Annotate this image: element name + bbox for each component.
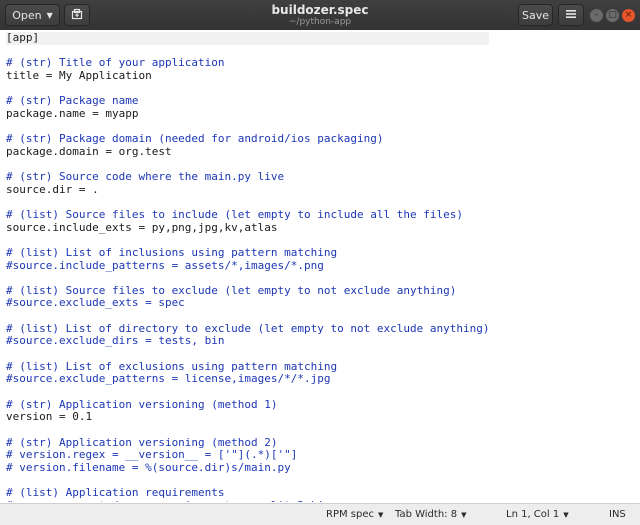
code-comment-line: #source.exclude_patterns = license,image… (6, 372, 331, 386)
code-comment-line: #source.exclude_dirs = tests, bin (6, 334, 225, 348)
code-comment-line: # (list) Source files to include (let em… (6, 207, 463, 221)
gedit-window: Open ▼ buildozer.spec ~/python-app Save (0, 0, 640, 525)
code-view[interactable]: [app]​# (str) Title of your applicationt… (6, 31, 490, 502)
status-bar: RPM spec ▼ Tab Width: 8 ▼ Ln 1, Col 1 ▼ INS (0, 503, 640, 525)
code-comment-line: # version.regex = __version__ = ['"](.*)… (6, 448, 298, 462)
code-comment-line: # (str) Package domain (needed for andro… (6, 132, 384, 146)
code-line: package.domain = org.test (6, 144, 172, 158)
code-line: ​ (6, 310, 489, 323)
open-button-label: Open (12, 8, 42, 22)
save-button-label: Save (521, 8, 549, 22)
window-title: buildozer.spec (271, 3, 369, 17)
minimize-button[interactable]: – (590, 9, 603, 22)
code-line: source.dir = . (6, 182, 99, 196)
code-line: ​ (6, 386, 489, 399)
code-line: package.name = myapp (6, 106, 139, 120)
language-label: RPM spec (326, 509, 374, 520)
code-comment-line: # version.filename = %(source.dir)s/main… (6, 460, 291, 474)
code-line: source.include_exts = py,png,jpg,kv,atla… (6, 220, 278, 234)
title-area: buildozer.spec ~/python-app (200, 3, 440, 28)
code-line: ​ (6, 234, 489, 247)
code-comment-line: # comma separated e.g. requirements = sq… (6, 499, 489, 502)
code-line: version = 0.1 (6, 410, 93, 424)
tab-width-selector[interactable]: Tab Width: 8 ▼ (395, 509, 466, 520)
tab-width-label: Tab Width: 8 (395, 509, 458, 520)
code-line: ​ (6, 348, 489, 361)
chevron-down-icon: ▼ (563, 511, 569, 519)
insert-mode-indicator[interactable]: INS (609, 509, 626, 520)
new-document-button[interactable] (64, 4, 90, 26)
save-button[interactable]: Save (518, 4, 553, 26)
code-line: [app] (6, 31, 490, 45)
code-line: ​ (6, 424, 489, 437)
main-menu-button[interactable] (558, 4, 584, 26)
code-comment-line: # (str) Package name (6, 94, 139, 108)
maximize-button[interactable]: □ (606, 9, 619, 22)
cursor-position-selector[interactable]: Ln 1, Col 1 ▼ (506, 509, 569, 520)
minimize-icon: – (594, 10, 599, 20)
hamburger-menu-icon (565, 9, 577, 22)
close-button[interactable]: × (622, 9, 635, 22)
chevron-down-icon: ▼ (378, 511, 384, 519)
language-selector[interactable]: RPM spec ▼ (326, 509, 383, 520)
insert-mode-label: INS (609, 509, 626, 520)
window-subtitle: ~/python-app (288, 17, 352, 27)
chevron-down-icon: ▼ (461, 511, 467, 519)
new-document-icon (71, 8, 83, 23)
code-comment-line: #source.include_patterns = assets/*,imag… (6, 258, 324, 272)
header-bar: Open ▼ buildozer.spec ~/python-app Save (0, 0, 640, 31)
code-comment-line: # (list) Application requirements (6, 486, 225, 500)
open-button[interactable]: Open ▼ (5, 4, 60, 26)
chevron-down-icon: ▼ (46, 10, 53, 20)
cursor-position-label: Ln 1, Col 1 (506, 509, 560, 520)
maximize-icon: □ (608, 10, 617, 20)
code-comment-line: # (list) List of inclusions using patter… (6, 245, 338, 259)
code-line: title = My Application (6, 68, 152, 82)
code-comment-line: #source.exclude_exts = spec (6, 296, 185, 310)
code-line: ​ (6, 272, 489, 285)
code-comment-line: # (str) Source code where the main.py li… (6, 170, 285, 184)
close-icon: × (624, 10, 633, 20)
text-editor-area[interactable]: [app]​# (str) Title of your applicationt… (0, 30, 640, 502)
